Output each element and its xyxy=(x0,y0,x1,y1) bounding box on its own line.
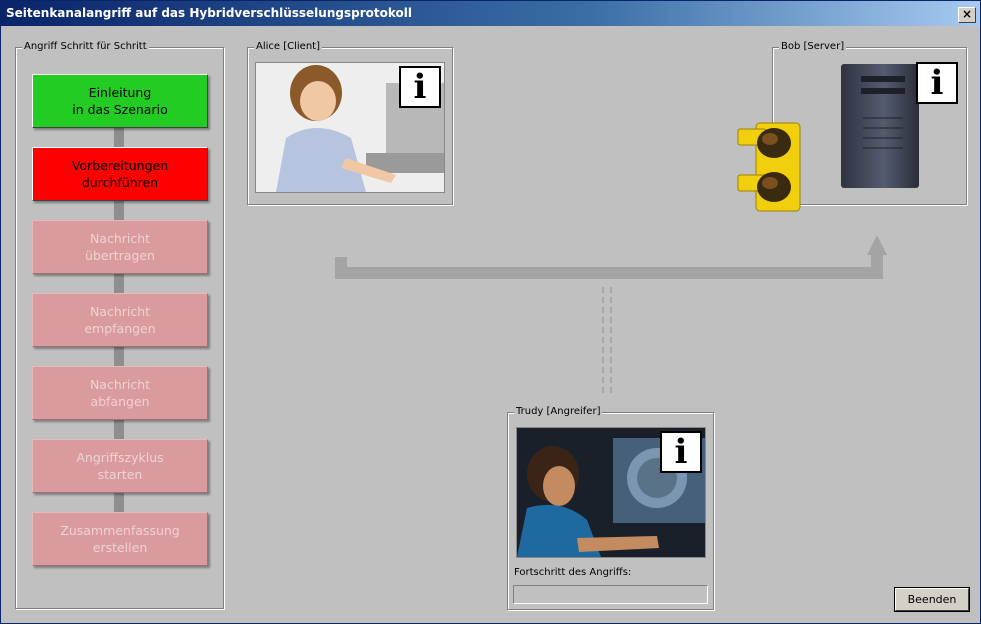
window-title: Seitenkanalangriff auf das Hybridverschl… xyxy=(6,6,412,20)
main-window: Seitenkanalangriff auf das Hybridverschl… xyxy=(0,0,981,624)
tap-line xyxy=(602,287,612,397)
trudy-legend: Trudy [Angreifer] xyxy=(514,406,603,417)
step-button-create-summary[interactable]: Zusammenfassung erstellen xyxy=(32,512,208,566)
step-button-introduction[interactable]: Einleitung in das Szenario xyxy=(32,74,208,128)
steps-panel: Angriff Schritt für Schritt Einleitung i… xyxy=(15,41,224,609)
attack-progress-bar xyxy=(513,585,708,604)
step-connector xyxy=(114,344,124,368)
alice-photo: i xyxy=(255,62,445,193)
step-button-preparations[interactable]: Vorbereitungen durchführen xyxy=(32,147,208,201)
alice-info-icon[interactable]: i xyxy=(399,66,441,108)
quit-button[interactable]: Beenden xyxy=(895,588,969,611)
alice-legend: Alice [Client] xyxy=(254,41,322,52)
bob-legend: Bob [Server] xyxy=(779,41,847,52)
traffic-light-icon xyxy=(737,122,801,212)
alice-panel: Alice [Client] i xyxy=(247,41,453,205)
progress-label: Fortschritt des Angriffs: xyxy=(514,567,632,578)
step-connector xyxy=(114,490,124,514)
step-button-start-attack-cycle[interactable]: Angriffszyklus starten xyxy=(32,439,208,493)
step-connector xyxy=(114,271,124,295)
step-connector xyxy=(114,198,124,222)
steps-panel-legend: Angriff Schritt für Schritt xyxy=(22,41,149,52)
close-button[interactable]: × xyxy=(958,7,976,23)
step-button-transmit-message[interactable]: Nachricht übertragen xyxy=(32,220,208,274)
title-bar: Seitenkanalangriff auf das Hybridverschl… xyxy=(1,1,980,26)
trudy-photo: i xyxy=(516,427,706,558)
server-tower-icon xyxy=(841,64,919,188)
bob-info-icon[interactable]: i xyxy=(916,62,958,104)
step-button-receive-message[interactable]: Nachricht empfangen xyxy=(32,293,208,347)
transmission-arrow xyxy=(335,235,887,279)
step-button-intercept-message[interactable]: Nachricht abfangen xyxy=(32,366,208,420)
trudy-panel: Trudy [Angreifer] i Fortschritt des Angr… xyxy=(507,406,714,610)
step-connector xyxy=(114,417,124,441)
trudy-info-icon[interactable]: i xyxy=(660,431,702,473)
